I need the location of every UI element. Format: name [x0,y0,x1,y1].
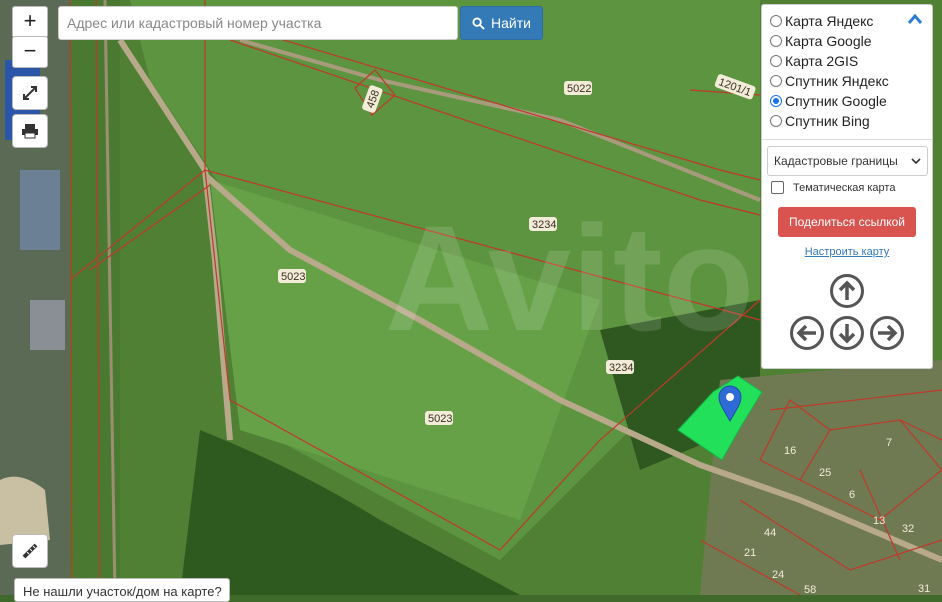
radio-button[interactable] [770,75,782,87]
print-button[interactable] [12,114,48,148]
house-number: 7 [886,437,892,449]
ruler-button[interactable] [12,534,48,568]
house-number: 25 [819,467,831,479]
layer-option-yandex-satellite[interactable]: Спутник Яндекс [770,72,889,90]
chevron-up-icon[interactable] [906,11,924,27]
expand-icon [23,86,37,100]
radio-button[interactable] [770,55,782,67]
zoom-in-button[interactable]: + [12,6,48,38]
parcel-label-3234: 3234 [609,362,633,374]
parcel-label-3234: 3234 [532,219,556,231]
search-button[interactable]: Найти [460,6,543,40]
house-number: 16 [784,445,796,457]
zoom-out-button[interactable]: − [12,36,48,68]
layer-option-bing-satellite[interactable]: Спутник Bing [770,112,870,130]
parcel-label-5023: 5023 [281,271,305,283]
radio-button[interactable] [770,115,782,127]
thematic-map-label: Тематическая карта [793,181,896,194]
search-button-label: Найти [491,15,531,31]
building [20,170,60,250]
layer-label: Спутник Яндекс [785,73,889,89]
layer-option-2gis-map[interactable]: Карта 2GIS [770,52,858,70]
layer-label: Спутник Bing [785,113,870,129]
layer-label: Спутник Google [785,93,887,109]
house-number: 44 [764,527,776,539]
pan-right-icon[interactable] [869,315,905,351]
checkbox[interactable] [771,181,784,194]
radio-button[interactable] [770,15,782,27]
building [30,300,65,350]
layer-label: Карта Google [785,33,872,49]
layer-option-google-satellite[interactable]: Спутник Google [770,92,887,110]
radio-button[interactable] [770,35,782,47]
house-number: 6 [849,489,855,501]
pan-down-icon[interactable] [829,315,865,351]
parcel-label-5022: 5022 [567,83,591,95]
search-icon [472,16,485,30]
chevron-down-icon [911,158,921,165]
configure-map-link[interactable]: Настроить карту [762,246,932,258]
watermark: Avito [385,194,754,362]
layer-panel: Карта Яндекс Карта Google Карта 2GIS Спу… [761,4,933,369]
divider [762,139,932,140]
pan-left-icon[interactable] [789,315,825,351]
thematic-map-toggle[interactable]: Тематическая карта [771,181,895,194]
search-input[interactable] [58,6,458,40]
parcel-label-5023: 5023 [428,413,452,425]
house-number: 24 [772,569,784,581]
printer-icon [22,124,38,139]
layer-label: Карта Яндекс [785,13,874,29]
pan-up-icon[interactable] [829,273,865,309]
fullscreen-button[interactable] [12,76,48,110]
not-found-button[interactable]: Не нашли участок/дом на карте? [14,578,230,602]
house-number: 21 [744,547,756,559]
boundary-select[interactable]: Кадастровые границы [767,146,928,176]
house-number: 32 [902,523,914,535]
layer-option-google-map[interactable]: Карта Google [770,32,872,50]
boundary-select-value: Кадастровые границы [774,154,898,168]
house-number: 31 [918,583,930,595]
layer-label: Карта 2GIS [785,53,859,69]
layer-option-yandex-map[interactable]: Карта Яндекс [770,12,873,30]
share-link-button[interactable]: Поделиться ссылкой [778,207,916,237]
radio-button-selected[interactable] [770,95,782,107]
house-number: 58 [804,584,816,595]
ruler-icon [22,543,38,559]
house-number: 13 [873,515,885,527]
